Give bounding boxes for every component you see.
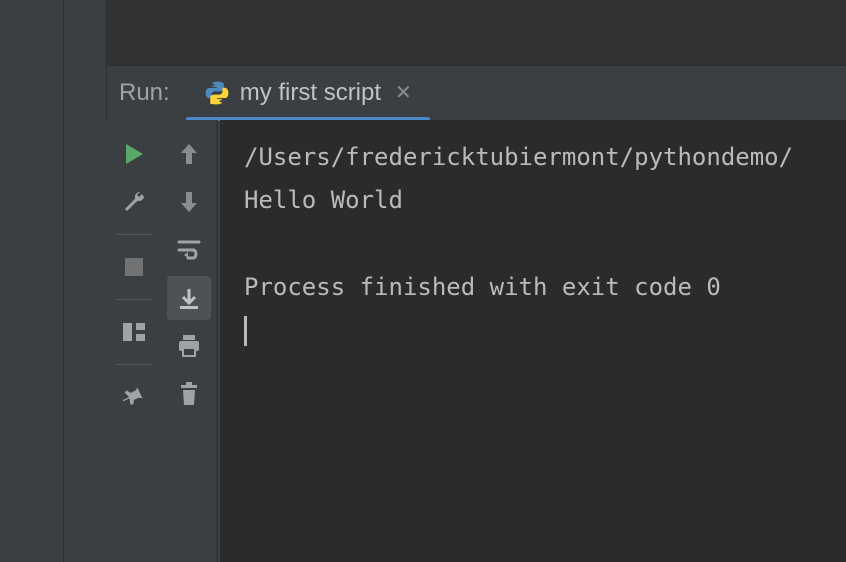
soft-wrap-button[interactable] [167,228,211,272]
rerun-button[interactable] [112,132,156,176]
layout-button[interactable] [112,310,156,354]
arrow-down-icon [179,190,199,214]
print-icon [177,335,201,357]
divider [116,234,152,235]
divider [116,299,152,300]
arrow-up-icon [179,142,199,166]
run-toolbar-secondary [162,120,218,562]
settings-button[interactable] [112,180,156,224]
soft-wrap-icon [177,239,201,261]
console-line: Process finished with exit code 0 [244,273,721,301]
pin-icon [123,386,145,408]
run-tool-window-header: Run: my first script ✕ [106,66,846,120]
far-left-gutter [0,0,64,562]
stop-button[interactable] [112,245,156,289]
trash-icon [179,382,199,406]
layout-icon [123,323,145,341]
python-icon [204,80,230,106]
play-icon [123,142,145,166]
editor-area-placeholder [106,0,846,66]
run-label: Run: [119,79,170,107]
wrench-icon [122,190,146,214]
run-toolbar-primary [106,120,162,562]
print-button[interactable] [167,324,211,368]
close-icon[interactable]: ✕ [395,83,412,103]
bookmarks-sidebar[interactable]: Bookmarks [64,0,106,562]
up-button[interactable] [167,132,211,176]
text-cursor [244,316,247,346]
scroll-to-end-icon [177,286,201,310]
console-line: /Users/fredericktubiermont/pythondemo/ [244,143,793,171]
clear-button[interactable] [167,372,211,416]
divider [116,364,152,365]
run-tab[interactable]: my first script ✕ [194,66,422,120]
stop-icon [125,258,143,276]
scroll-to-end-button[interactable] [167,276,211,320]
pin-button[interactable] [112,375,156,419]
console-output[interactable]: /Users/fredericktubiermont/pythondemo/ H… [220,120,846,562]
console-line: Hello World [244,186,403,214]
down-button[interactable] [167,180,211,224]
run-tab-title: my first script [240,79,381,107]
